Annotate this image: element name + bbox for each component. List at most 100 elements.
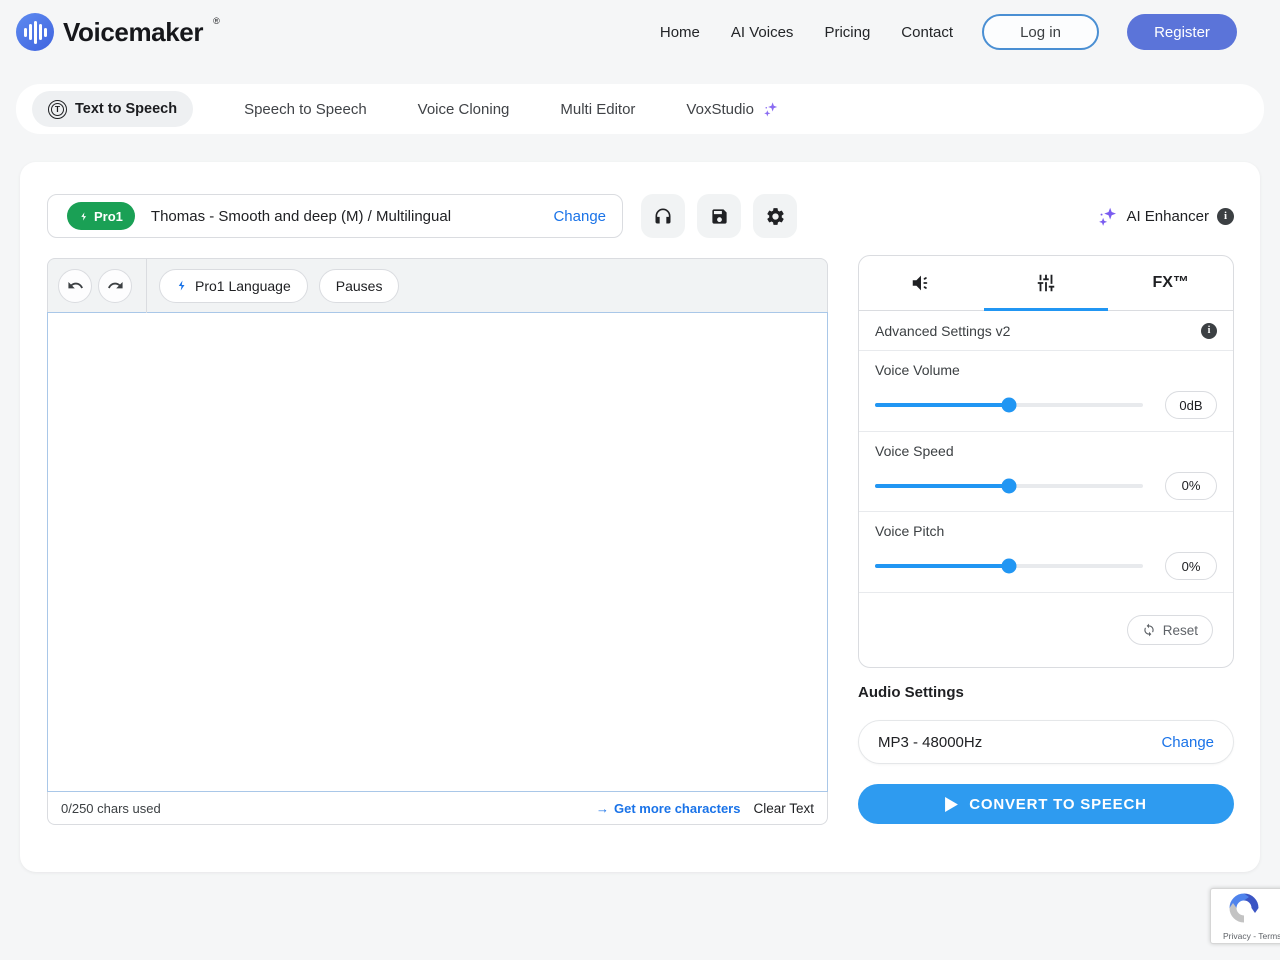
slider-fill bbox=[875, 403, 1009, 407]
reset-row: Reset bbox=[859, 593, 1233, 667]
settings-panel: FX™ Advanced Settings v2 Voice Volume 0d… bbox=[858, 255, 1234, 668]
get-more-characters-link[interactable]: → Get more characters bbox=[596, 801, 740, 816]
tab-multi-editor[interactable]: Multi Editor bbox=[560, 101, 635, 118]
brand-logo[interactable]: Voicemaker ® bbox=[16, 13, 220, 51]
plan-badge-label: Pro1 bbox=[94, 209, 123, 224]
brand-name: Voicemaker bbox=[63, 13, 203, 51]
reset-button[interactable]: Reset bbox=[1127, 615, 1213, 645]
voice-speed-label: Voice Speed bbox=[875, 443, 1217, 459]
nav-link-contact[interactable]: Contact bbox=[901, 24, 953, 41]
slider-thumb[interactable] bbox=[1002, 559, 1017, 574]
ai-enhancer: AI Enhancer bbox=[1097, 194, 1234, 238]
headphones-icon bbox=[653, 206, 673, 226]
slider-thumb[interactable] bbox=[1002, 398, 1017, 413]
voice-pitch-value: 0% bbox=[1165, 552, 1217, 580]
clear-text-button[interactable]: Clear Text bbox=[753, 801, 814, 816]
tab-voxstudio[interactable]: VoxStudio bbox=[686, 101, 779, 118]
convert-to-speech-button[interactable]: CONVERT TO SPEECH bbox=[858, 784, 1234, 824]
tab-fx[interactable]: FX™ bbox=[1108, 256, 1233, 310]
header: Voicemaker ® Home AI Voices Pricing Cont… bbox=[0, 0, 1280, 64]
settings-panel-tabs: FX™ bbox=[859, 256, 1233, 311]
quick-actions bbox=[641, 194, 797, 238]
tab-voice-cloning[interactable]: Voice Cloning bbox=[418, 101, 510, 118]
tab-advanced-settings[interactable] bbox=[984, 256, 1109, 310]
tab-label: Text to Speech bbox=[75, 101, 177, 117]
register-button[interactable]: Register bbox=[1127, 14, 1237, 50]
advanced-settings-header: Advanced Settings v2 bbox=[859, 311, 1233, 351]
audio-settings-title: Audio Settings bbox=[858, 684, 964, 701]
undo-icon bbox=[67, 277, 84, 294]
voice-pitch-section: Voice Pitch 0% bbox=[859, 512, 1233, 593]
recaptcha-badge[interactable]: Privacy - Terms bbox=[1210, 888, 1280, 944]
audio-format-row: MP3 - 48000Hz Change bbox=[858, 720, 1234, 764]
voicemaker-logo-icon bbox=[16, 13, 54, 51]
slider-thumb[interactable] bbox=[1002, 478, 1017, 493]
settings-button[interactable] bbox=[753, 194, 797, 238]
recaptcha-privacy-terms[interactable]: Privacy - Terms bbox=[1223, 931, 1280, 941]
reset-label: Reset bbox=[1163, 623, 1198, 638]
login-button[interactable]: Log in bbox=[982, 14, 1099, 50]
pro1-language-label: Pro1 Language bbox=[195, 278, 291, 294]
main-card: Pro1 Thomas - Smooth and deep (M) / Mult… bbox=[20, 162, 1260, 872]
voice-pitch-slider[interactable] bbox=[875, 564, 1143, 568]
bolt-icon bbox=[79, 210, 89, 223]
change-voice-link[interactable]: Change bbox=[553, 208, 606, 225]
editor: Pro1 Language Pauses 0/250 chars used → … bbox=[47, 258, 828, 825]
tab-label: Multi Editor bbox=[560, 101, 635, 118]
undo-button[interactable] bbox=[58, 269, 92, 303]
get-more-characters-label: Get more characters bbox=[614, 801, 740, 816]
nav-link-ai-voices[interactable]: AI Voices bbox=[731, 24, 794, 41]
ai-enhancer-label: AI Enhancer bbox=[1126, 208, 1209, 225]
redo-button[interactable] bbox=[98, 269, 132, 303]
voice-volume-value: 0dB bbox=[1165, 391, 1217, 419]
redo-icon bbox=[107, 277, 124, 294]
nav-link-home[interactable]: Home bbox=[660, 24, 700, 41]
text-to-speech-icon bbox=[48, 100, 67, 119]
voice-volume-label: Voice Volume bbox=[875, 362, 1217, 378]
voice-speed-value: 0% bbox=[1165, 472, 1217, 500]
sync-icon bbox=[1142, 623, 1156, 637]
voice-selector[interactable]: Pro1 Thomas - Smooth and deep (M) / Mult… bbox=[47, 194, 623, 238]
text-input[interactable] bbox=[47, 312, 828, 792]
voice-volume-slider[interactable] bbox=[875, 403, 1143, 407]
play-icon bbox=[945, 797, 958, 812]
plan-badge: Pro1 bbox=[67, 202, 135, 230]
pauses-label: Pauses bbox=[336, 278, 383, 294]
change-audio-settings-link[interactable]: Change bbox=[1161, 734, 1214, 751]
char-counter: 0/250 chars used bbox=[61, 801, 161, 816]
slider-fill bbox=[875, 564, 1009, 568]
pro1-language-button[interactable]: Pro1 Language bbox=[159, 269, 308, 303]
nav-link-pricing[interactable]: Pricing bbox=[824, 24, 870, 41]
voice-speed-slider[interactable] bbox=[875, 484, 1143, 488]
sparkles-icon bbox=[762, 101, 779, 118]
save-icon bbox=[710, 207, 729, 226]
tab-text-to-speech[interactable]: Text to Speech bbox=[32, 91, 193, 127]
ai-enhancer-info-icon[interactable] bbox=[1217, 208, 1234, 225]
selected-voice-name: Thomas - Smooth and deep (M) / Multiling… bbox=[151, 208, 451, 225]
toolbar-divider bbox=[146, 259, 147, 313]
tab-voice-effects[interactable] bbox=[859, 256, 984, 310]
editor-toolbar: Pro1 Language Pauses bbox=[47, 258, 828, 312]
arrow-right-icon: → bbox=[596, 801, 609, 816]
sliders-icon bbox=[1035, 272, 1057, 294]
ai-sparkles-icon bbox=[1097, 206, 1118, 227]
listen-button[interactable] bbox=[641, 194, 685, 238]
voice-pitch-label: Voice Pitch bbox=[875, 523, 1217, 539]
advanced-settings-info-icon[interactable] bbox=[1201, 323, 1217, 339]
save-button[interactable] bbox=[697, 194, 741, 238]
audio-format-value: MP3 - 48000Hz bbox=[878, 734, 982, 751]
brand-trademark: ® bbox=[213, 16, 220, 26]
main-nav: Home AI Voices Pricing Contact Log in Re… bbox=[660, 14, 1237, 50]
editor-footer: 0/250 chars used → Get more characters C… bbox=[47, 792, 828, 825]
recaptcha-icon bbox=[1229, 893, 1259, 923]
tab-speech-to-speech[interactable]: Speech to Speech bbox=[244, 101, 367, 118]
speaker-icon bbox=[910, 272, 932, 294]
tab-label: VoxStudio bbox=[686, 101, 754, 118]
pauses-button[interactable]: Pauses bbox=[319, 269, 400, 303]
fx-tab-label: FX™ bbox=[1152, 274, 1188, 292]
voice-volume-section: Voice Volume 0dB bbox=[859, 351, 1233, 432]
advanced-settings-title: Advanced Settings v2 bbox=[875, 323, 1010, 339]
bolt-icon bbox=[176, 278, 188, 293]
gear-icon bbox=[765, 206, 786, 227]
slider-fill bbox=[875, 484, 1009, 488]
